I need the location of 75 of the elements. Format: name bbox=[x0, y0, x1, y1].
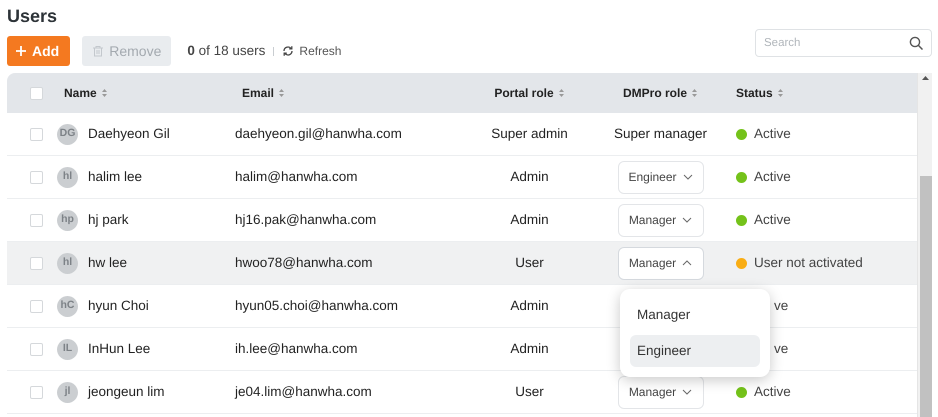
user-name: hw lee bbox=[88, 254, 128, 272]
column-header[interactable]: Email bbox=[242, 84, 274, 102]
user-name: Daehyeon Gil bbox=[88, 124, 170, 143]
email-text: halim@hanwha.com bbox=[235, 168, 358, 184]
email-text: daehyeon.gil@hanwha.com bbox=[235, 126, 402, 141]
row-checkbox[interactable] bbox=[30, 214, 43, 226]
trash-icon bbox=[92, 45, 104, 57]
role-dropdown[interactable]: Manager bbox=[618, 204, 704, 236]
user-name: hj park bbox=[88, 210, 129, 229]
row-checkbox[interactable] bbox=[30, 342, 43, 356]
email-text: je04.lim@hanwha.com bbox=[235, 384, 372, 399]
avatar-initials: hl bbox=[57, 252, 78, 274]
chevron-icon bbox=[682, 260, 692, 266]
portal-role: User bbox=[515, 254, 544, 270]
user-count: 0 of 18 users bbox=[187, 42, 266, 60]
user-name: halim lee bbox=[88, 168, 142, 186]
table-row[interactable]: hl halim lee halim@hanwha.com Admin Engineer Active bbox=[7, 156, 917, 199]
sort-icon[interactable] bbox=[278, 88, 286, 98]
page-title: Users bbox=[7, 5, 58, 27]
sort-icon[interactable] bbox=[691, 88, 698, 98]
email-text: hwoo78@hanwha.com bbox=[235, 254, 373, 270]
avatar-initials: hp bbox=[57, 210, 78, 230]
avatar-initials: hl bbox=[57, 166, 78, 188]
row-checkbox[interactable] bbox=[30, 386, 43, 398]
portal-role: Admin bbox=[510, 298, 549, 313]
status-text: User not activated bbox=[754, 254, 863, 272]
select-all-checkbox[interactable] bbox=[30, 86, 43, 100]
search-field[interactable]: Search bbox=[755, 29, 932, 57]
refresh-icon bbox=[282, 45, 294, 57]
dmpro-role: Super manager bbox=[614, 126, 708, 141]
row-checkbox[interactable] bbox=[30, 256, 43, 270]
chevron-icon bbox=[682, 217, 692, 223]
search-icon bbox=[909, 36, 923, 50]
sort-icon[interactable] bbox=[776, 88, 784, 98]
status-text: ve bbox=[774, 340, 788, 358]
role-dropdown[interactable]: Manager bbox=[618, 376, 704, 408]
plus-icon bbox=[15, 45, 27, 57]
chevron-icon bbox=[682, 389, 692, 395]
role-dropdown[interactable]: Engineer bbox=[618, 160, 704, 194]
email-text: hyun05.choi@hanwha.com bbox=[235, 298, 398, 313]
table-row[interactable]: DG Daehyeon Gil daehyeon.gil@hanwha.com Super admin Super manager Active bbox=[7, 113, 917, 156]
portal-role: Admin bbox=[510, 340, 549, 356]
table-row[interactable]: jl jeongeun lim je04.lim@hanwha.com User Manager Active bbox=[7, 371, 917, 414]
row-checkbox[interactable] bbox=[30, 300, 43, 312]
avatar-initials: hC bbox=[57, 296, 78, 316]
refresh-button[interactable]: Refresh bbox=[282, 42, 342, 60]
sort-icon[interactable] bbox=[558, 88, 565, 98]
user-name: jeongeun lim bbox=[88, 382, 165, 401]
portal-role: Admin bbox=[510, 168, 549, 184]
avatar-initials: DG bbox=[57, 124, 78, 144]
user-name: InHun Lee bbox=[88, 340, 150, 358]
status-text: ve bbox=[774, 296, 788, 315]
avatar-initials: jl bbox=[57, 382, 78, 402]
sort-icon[interactable] bbox=[100, 88, 108, 98]
column-header[interactable]: Status bbox=[736, 84, 773, 102]
column-header[interactable]: Portal role bbox=[494, 84, 554, 102]
portal-role: Admin bbox=[510, 212, 549, 227]
column-header[interactable]: Name bbox=[64, 84, 97, 102]
status-text: Active bbox=[754, 168, 791, 186]
user-name: hyun Choi bbox=[88, 296, 149, 315]
status-text: Active bbox=[754, 124, 791, 143]
menu-item[interactable]: Manager bbox=[630, 298, 760, 331]
row-checkbox[interactable] bbox=[30, 170, 43, 184]
menu-item[interactable]: Engineer bbox=[630, 334, 760, 367]
status-text: Active bbox=[754, 382, 791, 401]
column-header[interactable]: DMPro role bbox=[622, 84, 687, 102]
status-text: Active bbox=[754, 210, 791, 229]
email-text: ih.lee@hanwha.com bbox=[235, 340, 358, 356]
portal-role: Super admin bbox=[491, 126, 568, 141]
chevron-icon bbox=[682, 174, 693, 180]
email-text: hj16.pak@hanwha.com bbox=[235, 212, 376, 227]
avatar-initials: IL bbox=[57, 338, 78, 360]
row-checkbox[interactable] bbox=[30, 128, 43, 140]
portal-role: User bbox=[515, 384, 544, 399]
role-dropdown[interactable]: Manager bbox=[618, 246, 704, 280]
